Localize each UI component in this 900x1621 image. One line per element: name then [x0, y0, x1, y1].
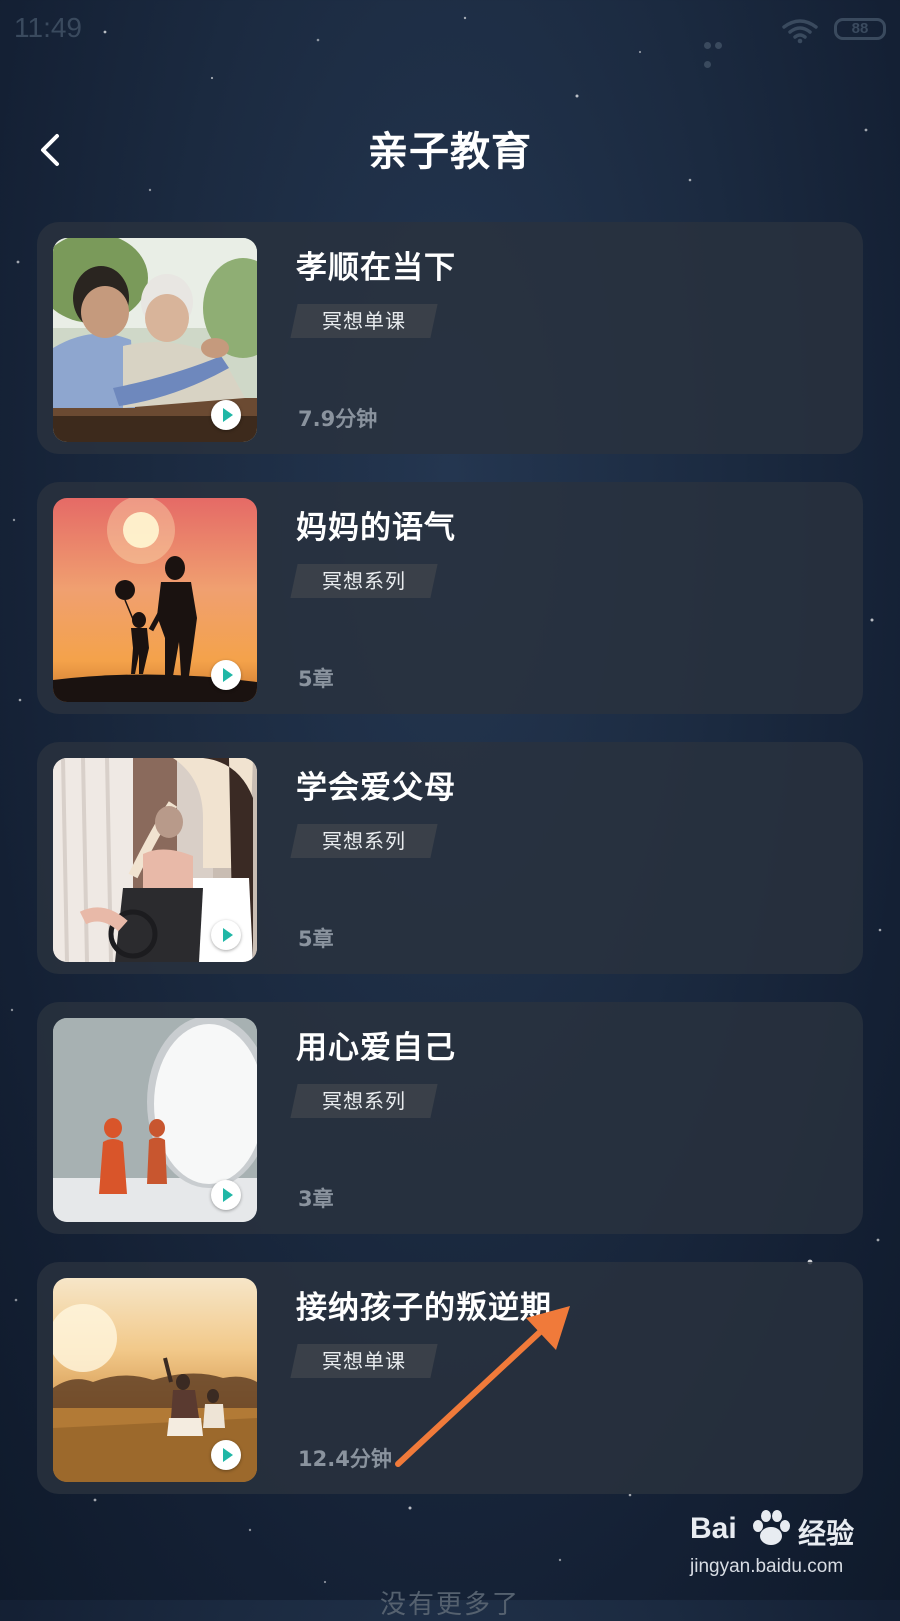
course-type-label: 冥想单课 [322, 1349, 406, 1373]
status-bar: 11:49 88 [0, 0, 900, 68]
course-chapters: 3章 [298, 1187, 334, 1211]
course-chapters: 5章 [298, 927, 334, 951]
course-thumbnail[interactable] [53, 1278, 257, 1482]
play-icon [223, 668, 233, 682]
course-type-label: 冥想系列 [322, 829, 406, 853]
course-card[interactable]: 学会爱父母 冥想系列 5章 [37, 742, 863, 974]
course-type-label: 冥想单课 [322, 309, 406, 333]
play-icon [223, 1188, 233, 1202]
play-button[interactable] [211, 920, 241, 950]
watermark-brand: Bai [690, 1512, 737, 1545]
course-type-badge: 冥想系列 [290, 1084, 438, 1118]
course-title: 妈妈的语气 [296, 510, 456, 546]
course-duration: 12.4分钟 [298, 1447, 392, 1471]
course-card[interactable]: 孝顺在当下 冥想单课 7.9分钟 [37, 222, 863, 454]
course-thumbnail[interactable] [53, 498, 257, 702]
course-thumbnail[interactable] [53, 758, 257, 962]
course-thumbnail[interactable] [53, 1018, 257, 1222]
course-chapters: 5章 [298, 667, 334, 691]
course-title: 接纳孩子的叛逆期 [296, 1290, 552, 1326]
watermark-brand-cn: 经验 [798, 1517, 855, 1550]
play-button[interactable] [211, 1440, 241, 1470]
course-type-badge: 冥想系列 [290, 564, 438, 598]
end-of-list-text: 没有更多了 [379, 1590, 520, 1620]
course-title: 孝顺在当下 [296, 250, 456, 286]
course-card[interactable]: 接纳孩子的叛逆期 冥想单课 12.4分钟 [37, 1262, 863, 1494]
course-type-badge: 冥想系列 [290, 824, 438, 858]
course-card[interactable]: 妈妈的语气 冥想系列 5章 [37, 482, 863, 714]
course-type-badge: 冥想单课 [290, 1344, 438, 1378]
paw-logo-icon [753, 1510, 790, 1545]
course-thumbnail[interactable] [53, 238, 257, 442]
course-type-label: 冥想系列 [322, 569, 406, 593]
status-time: 11:49 [14, 12, 82, 43]
course-title: 学会爱父母 [296, 770, 456, 806]
course-type-label: 冥想系列 [322, 1089, 406, 1113]
wifi-icon [782, 19, 818, 44]
course-list: 孝顺在当下 冥想单课 7.9分钟 妈妈的语气 冥想系列 5章 学会爱父母 冥想系… [37, 222, 863, 1522]
play-icon [223, 408, 233, 422]
course-title: 用心爱自己 [296, 1030, 456, 1066]
course-type-badge: 冥想单课 [290, 304, 438, 338]
battery-indicator: 88 [834, 18, 886, 40]
play-button[interactable] [211, 1180, 241, 1210]
play-icon [223, 928, 233, 942]
page-title: 亲子教育 [368, 129, 532, 175]
notification-dots-icon [704, 34, 734, 68]
watermark-url: jingyan.baidu.com [690, 1556, 844, 1577]
play-icon [223, 1448, 233, 1462]
play-button[interactable] [211, 660, 241, 690]
course-card[interactable]: 用心爱自己 冥想系列 3章 [37, 1002, 863, 1234]
play-button[interactable] [211, 400, 241, 430]
baidu-jingyan-watermark: Bai 经验 jingyan.baidu.com [690, 1506, 870, 1596]
course-duration: 7.9分钟 [298, 407, 378, 431]
